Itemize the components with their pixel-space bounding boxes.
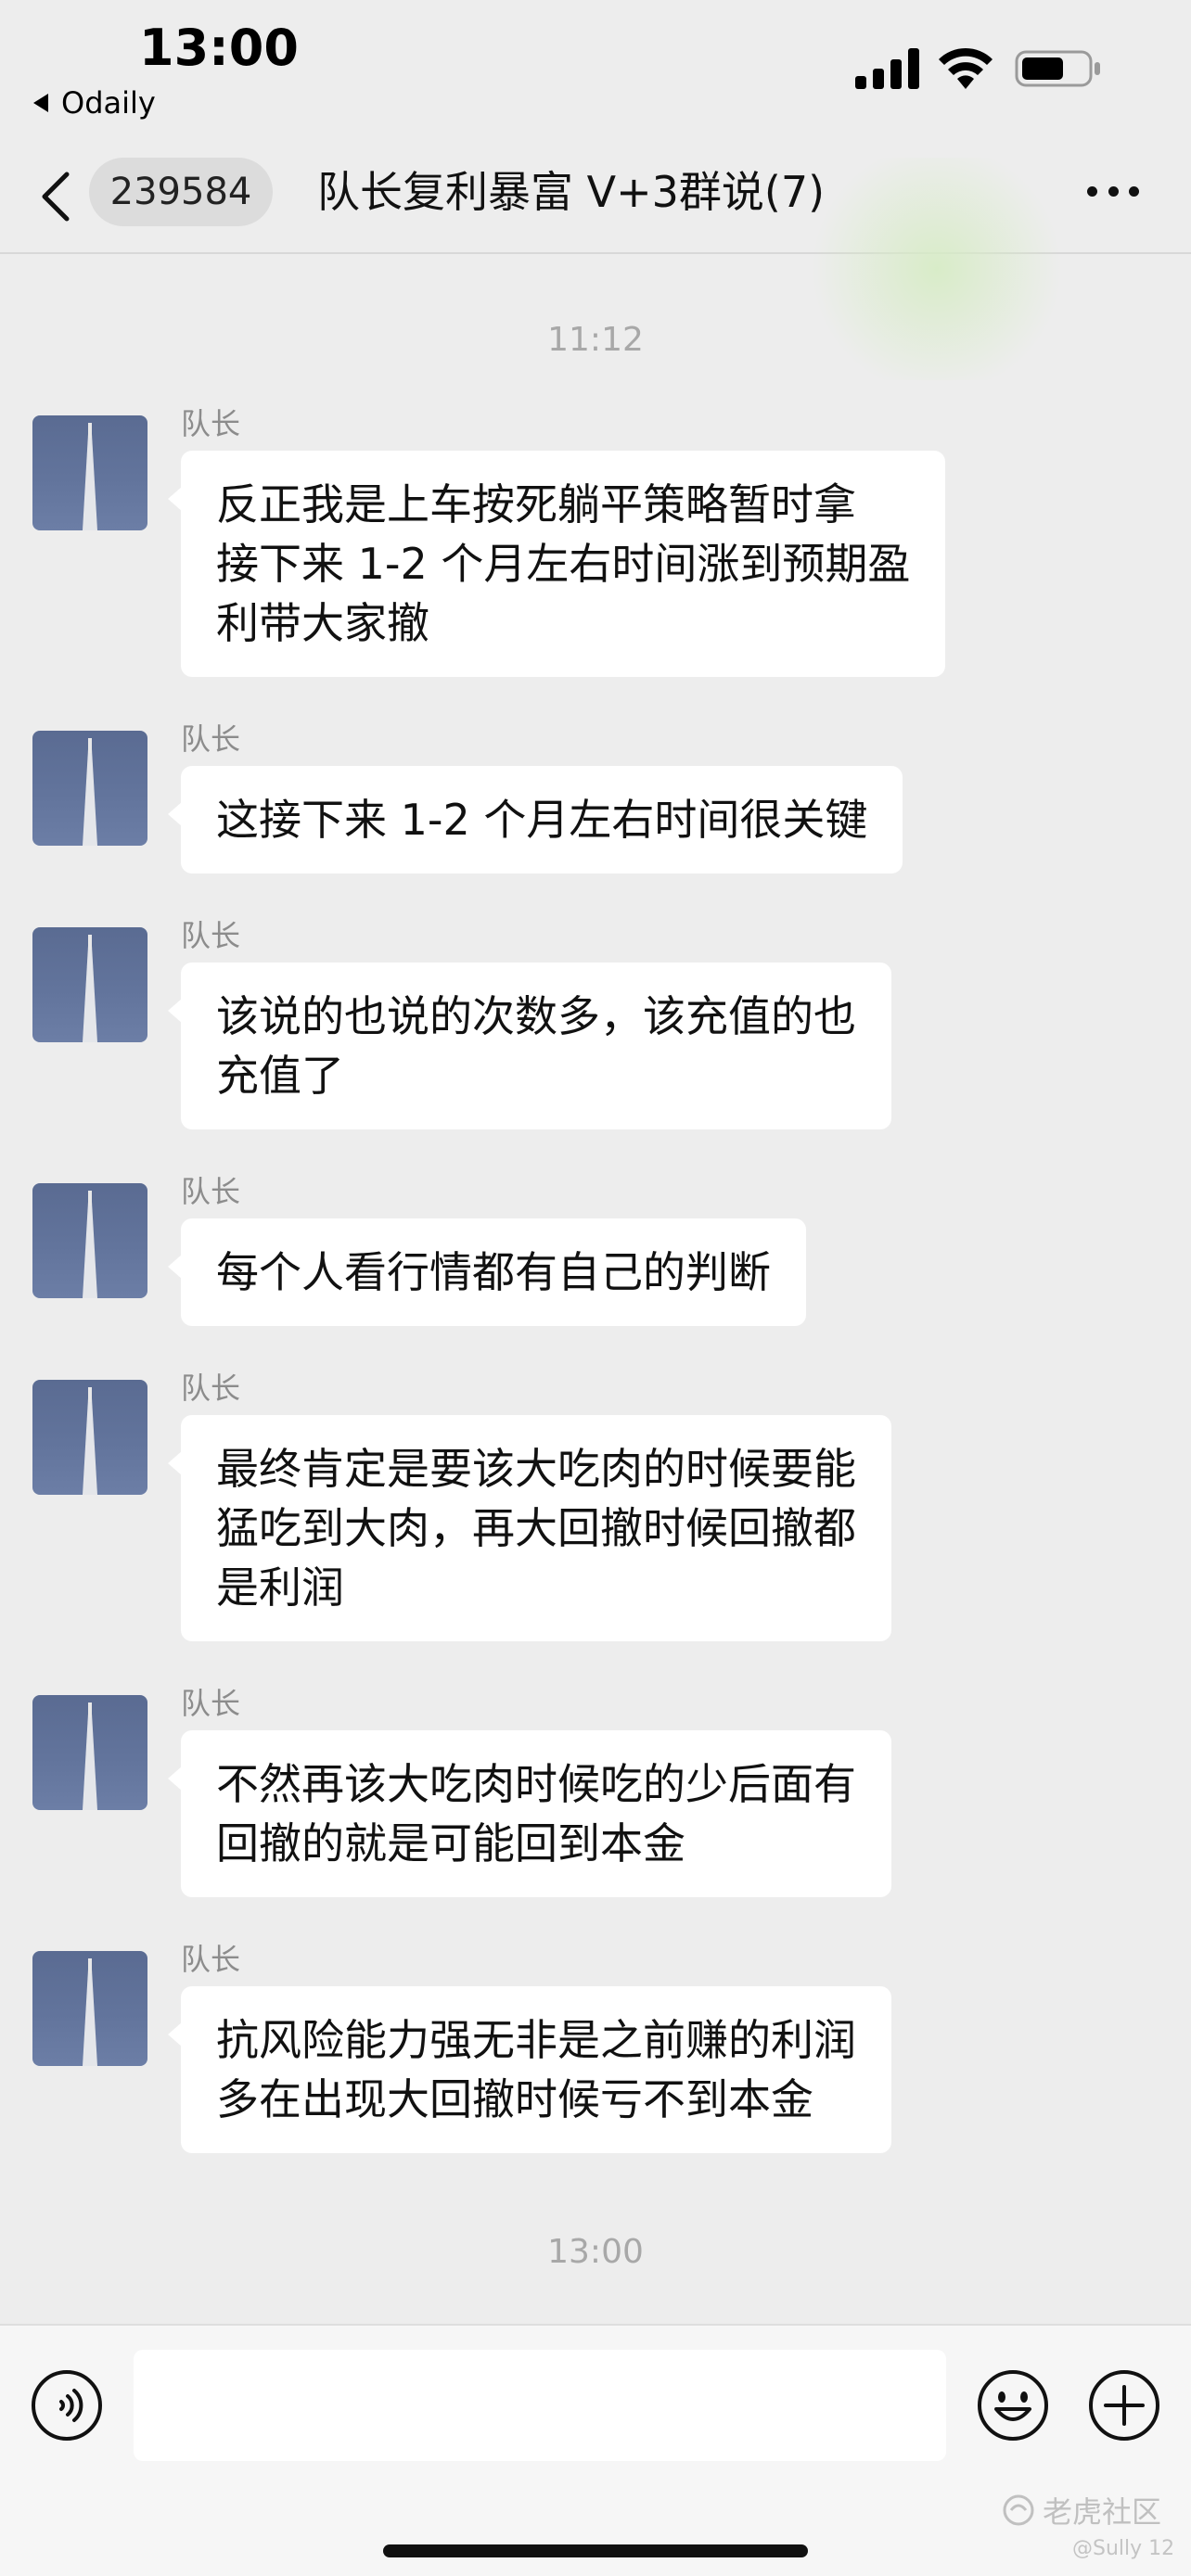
cellular-signal-icon [855,48,919,89]
message-bubble[interactable]: 最终肯定是要该大吃肉的时候要能 猛吃到大肉，再大回撤时候回撤都 是利润 [168,1415,891,1641]
home-indicator[interactable] [383,2544,808,2557]
rocket-launch-image [83,935,97,1042]
avatar[interactable] [32,1380,147,1495]
rocket-launch-image [83,423,97,530]
watermark-logo-icon [1003,2494,1034,2526]
sender-name: 队长 [181,406,241,441]
rocket-launch-image [83,1958,97,2066]
watermark-text: 老虎社区 [1043,2494,1162,2530]
rocket-launch-image [83,1702,97,1810]
avatar[interactable] [32,927,147,1042]
input-bar: 老虎社区 @Sully 12 [0,2324,1191,2576]
unread-count-badge[interactable]: 239584 [89,158,273,226]
timestamp: 13:00 [547,2233,644,2271]
message-bubble[interactable]: 这接下来 1-2 个月左右时间很关键 [167,766,903,874]
status-bar: 13:00 Odaily [0,0,1191,139]
sender-name: 队长 [181,1942,241,1977]
status-time: 13:00 [139,19,299,77]
message-bubble[interactable]: 不然再该大吃肉时候吃的少后面有 回撤的就是可能回到本金 [168,1730,891,1897]
avatar[interactable] [32,1951,147,2066]
voice-icon[interactable] [30,2368,104,2442]
sender-name: 队长 [181,1686,241,1721]
back-triangle-icon [33,94,48,112]
message-bubble[interactable]: 反正我是上车按死躺平策略暂时拿 接下来 1-2 个月左右时间涨到预期盈 利带大家… [167,451,946,677]
message-input[interactable] [134,2350,946,2461]
avatar[interactable] [32,731,147,846]
wifi-icon [939,47,992,89]
battery-icon [1015,50,1100,87]
sender-name: 队长 [181,1371,241,1406]
timestamp: 11:12 [547,321,644,359]
chevron-left-icon[interactable] [33,169,80,224]
sender-name: 队长 [181,1174,241,1209]
watermark: 老虎社区 [1002,2489,1161,2531]
sender-name: 队长 [181,721,241,757]
back-app-label: Odaily [61,85,156,121]
watermark-handle: @Sully 12 [1072,2537,1175,2560]
message-bubble[interactable]: 抗风险能力强无非是之前赚的利润 多在出现大回撤时候亏不到本金 [168,1986,891,2153]
message-bubble[interactable]: 该说的也说的次数多，该充值的也 充值了 [168,963,891,1129]
emoji-icon[interactable] [976,2368,1050,2442]
chat-screen: 13:00 Odaily 239584 队长复利暴富 V+3群说(7) 11:1… [0,0,1191,2576]
sender-name: 队长 [181,918,241,953]
avatar[interactable] [32,415,147,530]
rocket-launch-image [83,738,97,846]
back-to-app-link[interactable]: Odaily [33,85,156,121]
avatar[interactable] [32,1695,147,1810]
more-icon[interactable] [1087,184,1139,198]
rocket-launch-image [83,1191,97,1298]
rocket-launch-image [83,1387,97,1495]
plus-icon[interactable] [1087,2368,1161,2442]
chat-title: 队长复利暴富 V+3群说(7) [317,167,826,217]
chat-header: 239584 队长复利暴富 V+3群说(7) [0,139,1191,380]
avatar[interactable] [32,1183,147,1298]
message-bubble[interactable]: 每个人看行情都有自己的判断 [168,1218,806,1326]
